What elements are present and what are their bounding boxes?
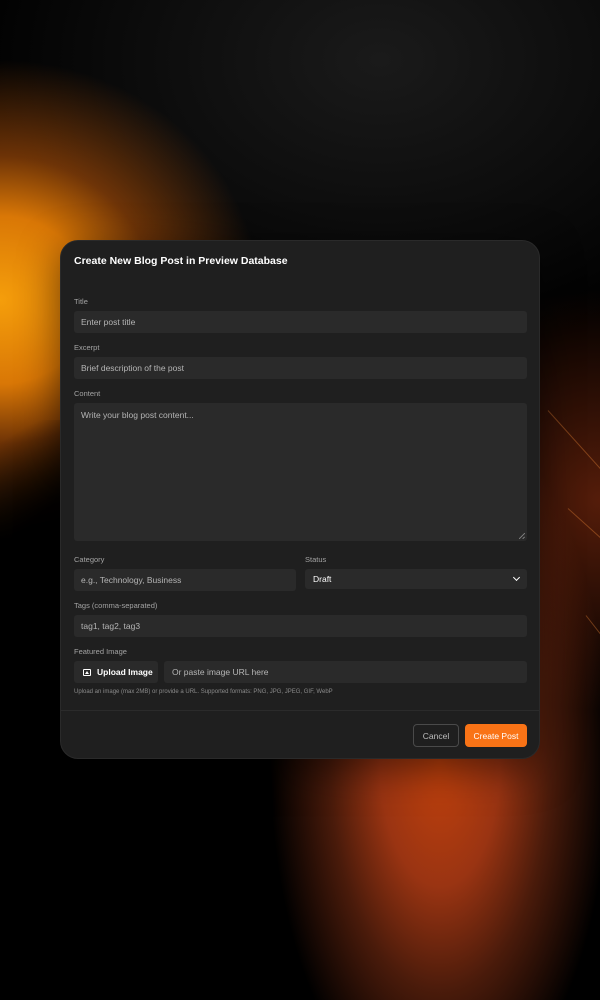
footer-divider xyxy=(61,710,539,711)
cancel-button[interactable]: Cancel xyxy=(413,724,459,747)
excerpt-label: Excerpt xyxy=(74,343,100,352)
category-placeholder: e.g., Technology, Business xyxy=(81,575,182,585)
content-placeholder: Write your blog post content... xyxy=(81,410,194,420)
title-placeholder: Enter post title xyxy=(81,317,136,327)
tags-input[interactable]: tag1, tag2, tag3 xyxy=(74,615,527,637)
content-textarea[interactable]: Write your blog post content... xyxy=(74,403,527,541)
content-label: Content xyxy=(74,389,101,398)
category-input[interactable]: e.g., Technology, Business xyxy=(74,569,296,591)
status-label: Status xyxy=(305,555,327,564)
excerpt-placeholder: Brief description of the post xyxy=(81,363,185,373)
background-streak xyxy=(585,615,600,648)
resize-handle-icon[interactable] xyxy=(519,533,525,539)
modal-title: Create New Blog Post in Preview Database xyxy=(74,255,288,267)
title-input[interactable]: Enter post title xyxy=(74,311,527,333)
create-post-button[interactable]: Create Post xyxy=(465,724,527,747)
image-upload-hint: Upload an image (max 2MB) or provide a U… xyxy=(74,689,333,695)
image-url-input[interactable]: Or paste image URL here xyxy=(164,661,527,683)
title-label: Title xyxy=(74,297,88,306)
tags-placeholder: tag1, tag2, tag3 xyxy=(81,621,141,631)
create-post-modal: Create New Blog Post in Preview Database… xyxy=(60,240,540,759)
chevron-down-icon xyxy=(512,573,521,582)
tags-label: Tags (comma-separated) xyxy=(74,601,158,610)
category-label: Category xyxy=(74,555,105,564)
background-streak xyxy=(567,508,600,550)
upload-image-button[interactable]: Upload Image xyxy=(74,661,158,683)
status-value: Draft xyxy=(313,574,332,584)
image-url-placeholder: Or paste image URL here xyxy=(172,667,269,677)
image-icon xyxy=(83,668,91,676)
status-select[interactable]: Draft xyxy=(305,569,527,589)
featured-image-label: Featured Image xyxy=(74,647,127,656)
upload-image-label: Upload Image xyxy=(97,667,153,677)
background-streak xyxy=(547,410,600,478)
excerpt-input[interactable]: Brief description of the post xyxy=(74,357,527,379)
